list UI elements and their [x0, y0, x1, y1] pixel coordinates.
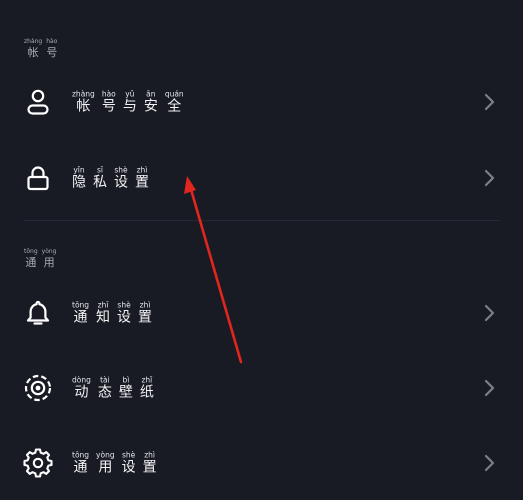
section-header-account: zhàng 帐 hào 号 [24, 38, 57, 59]
menu-item-label: yǐn 隐 sī 私 shè 设 zhì 置 [72, 165, 149, 191]
dynamic-wallpaper-icon [24, 374, 52, 402]
menu-item-general-settings[interactable]: tōng 通 yòng 用 shè 设 zhì 置 [0, 433, 523, 493]
menu-item-notification-settings[interactable]: tōng 通 zhī 知 shè 设 zhì 置 [0, 283, 523, 343]
bell-icon [26, 300, 50, 325]
header-char: yòng 用 [41, 248, 57, 269]
menu-item-label: zhàng 帐 hào 号 yǔ 与 ān 安 quán 全 [72, 89, 184, 115]
header-char: hào 号 [46, 38, 58, 59]
menu-item-privacy-settings[interactable]: yǐn 隐 sī 私 shè 设 zhì 置 [0, 148, 523, 208]
chevron-right-icon [484, 379, 495, 397]
menu-item-label: tōng 通 yòng 用 shè 设 zhì 置 [72, 450, 157, 476]
header-char: zhàng 帐 [24, 38, 43, 59]
gear-icon [23, 448, 53, 478]
chevron-right-icon [484, 93, 495, 111]
section-header-general: tōng 通 yòng 用 [24, 248, 56, 269]
person-icon [27, 89, 49, 115]
menu-item-label: tōng 通 zhī 知 shè 设 zhì 置 [72, 300, 153, 326]
lock-icon [27, 166, 49, 191]
menu-item-dynamic-wallpaper[interactable]: dòng 动 tài 态 bì 壁 zhǐ 纸 [0, 358, 523, 418]
header-char: tōng 通 [24, 248, 38, 269]
chevron-right-icon [484, 454, 495, 472]
menu-item-label: dòng 动 tài 态 bì 壁 zhǐ 纸 [72, 375, 154, 401]
section-divider [24, 220, 499, 221]
menu-item-account-security[interactable]: zhàng 帐 hào 号 yǔ 与 ān 安 quán 全 [0, 72, 523, 132]
chevron-right-icon [484, 304, 495, 322]
chevron-right-icon [484, 169, 495, 187]
